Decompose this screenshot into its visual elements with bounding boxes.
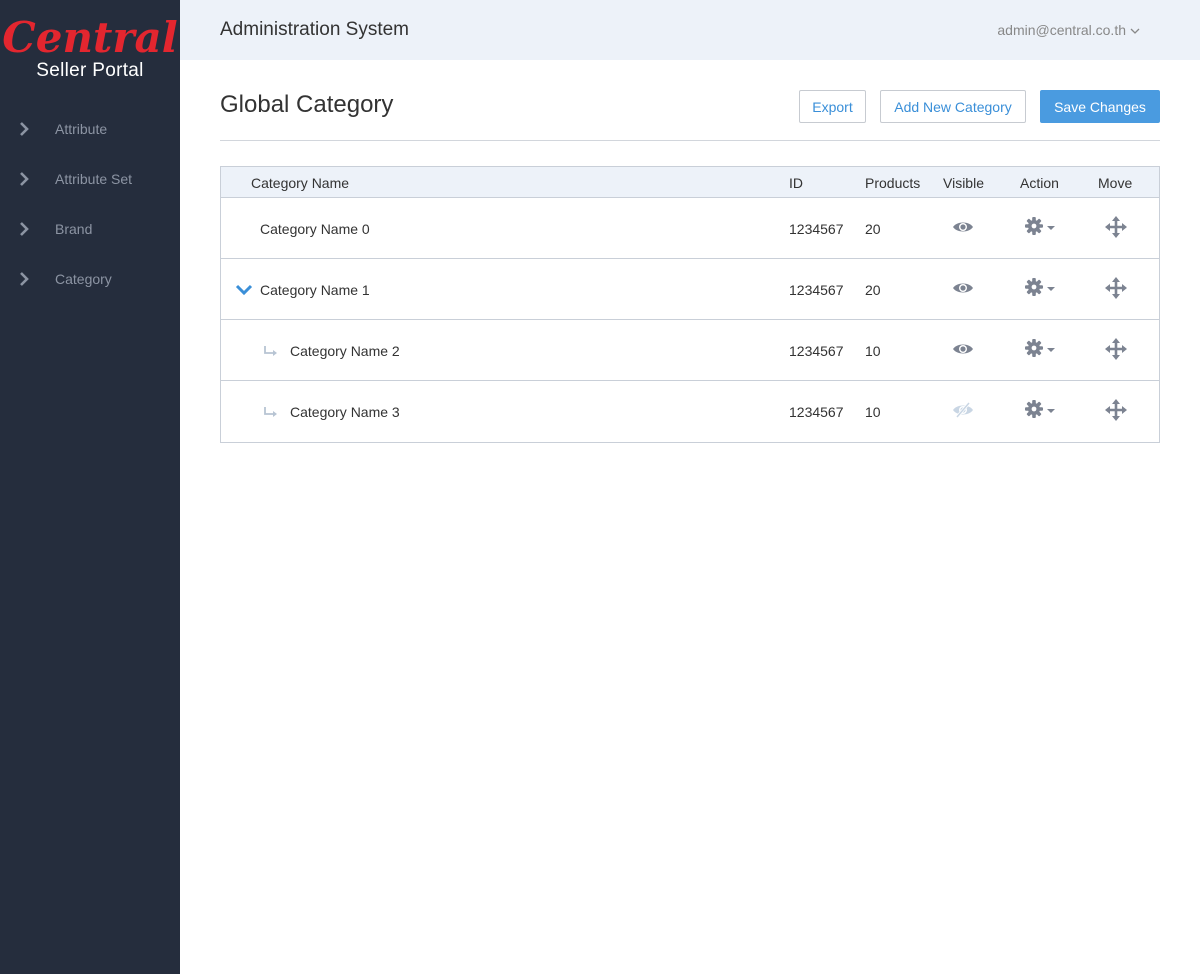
category-name: Category Name 0 [260,221,370,237]
page-title: Global Category [220,91,394,118]
sidebar-item-label: Attribute Set [55,171,133,187]
move-handle-icon[interactable] [1105,216,1127,238]
column-header-move: Move [1098,175,1133,191]
eye-slash-icon[interactable] [952,401,974,419]
eye-icon[interactable] [952,340,974,358]
subcategory-arrow-icon [263,344,279,358]
category-products: 10 [865,404,881,420]
category-id: 1234567 [789,221,844,237]
sidebar-item-label: Category [55,271,112,287]
chevron-down-icon[interactable] [235,283,253,297]
column-header-name: Category Name [251,175,350,191]
gear-dropdown-icon[interactable] [1025,339,1057,359]
category-products: 20 [865,282,881,298]
chevron-down-icon [1130,22,1140,38]
eye-icon[interactable] [952,279,974,297]
main-content: Global Category Export Add New Category … [220,60,1160,443]
chevron-right-icon [0,272,55,286]
brand-logo: Central [2,13,178,62]
sidebar-item-category[interactable]: Category [0,254,180,304]
gear-dropdown-icon[interactable] [1025,278,1057,298]
table-row[interactable]: Category Name 2 1234567 10 [221,320,1159,381]
sidebar-item-label: Brand [55,221,93,237]
sidebar: Central Seller Portal Attribute Attribut… [0,0,180,974]
brand-subtitle: Seller Portal [36,60,144,81]
column-header-visible: Visible [943,175,984,191]
move-handle-icon[interactable] [1105,399,1127,421]
user-menu[interactable]: admin@central.co.th [997,22,1140,38]
table-header: Category Name ID Products Visible Action… [221,167,1159,198]
category-id: 1234567 [789,343,844,359]
export-button[interactable]: Export [799,90,866,123]
column-header-id: ID [789,175,803,191]
sidebar-item-attribute-set[interactable]: Attribute Set [0,154,180,204]
table-row[interactable]: Category Name 3 1234567 10 [221,381,1159,442]
add-new-category-button[interactable]: Add New Category [880,90,1026,123]
sidebar-nav: Attribute Attribute Set Brand Category [0,104,180,304]
gear-dropdown-icon[interactable] [1025,217,1057,237]
category-name: Category Name 1 [260,282,370,298]
table-row[interactable]: Category Name 0 1234567 20 [221,198,1159,259]
chevron-right-icon [0,172,55,186]
sidebar-item-brand[interactable]: Brand [0,204,180,254]
category-products: 10 [865,343,881,359]
user-email: admin@central.co.th [997,22,1126,38]
category-name: Category Name 2 [290,343,400,359]
sidebar-item-label: Attribute [55,121,108,137]
save-changes-button[interactable]: Save Changes [1040,90,1160,123]
gear-dropdown-icon[interactable] [1025,400,1057,420]
category-name: Category Name 3 [290,404,400,420]
category-id: 1234567 [789,282,844,298]
category-products: 20 [865,221,881,237]
app-title: Administration System [220,19,410,40]
table-row[interactable]: Category Name 1 1234567 20 [221,259,1159,320]
column-header-action: Action [1020,175,1059,191]
top-bar: Administration System admin@central.co.t… [180,0,1200,60]
category-id: 1234567 [789,404,844,420]
brand[interactable]: Central Seller Portal [0,0,180,110]
sidebar-item-attribute[interactable]: Attribute [0,104,180,154]
move-handle-icon[interactable] [1105,277,1127,299]
chevron-right-icon [0,122,55,136]
eye-icon[interactable] [952,218,974,236]
move-handle-icon[interactable] [1105,338,1127,360]
page-header: Global Category Export Add New Category … [220,60,1160,141]
subcategory-arrow-icon [263,405,279,419]
category-table: Category Name ID Products Visible Action… [220,166,1160,443]
column-header-products: Products [865,175,921,191]
chevron-right-icon [0,222,55,236]
